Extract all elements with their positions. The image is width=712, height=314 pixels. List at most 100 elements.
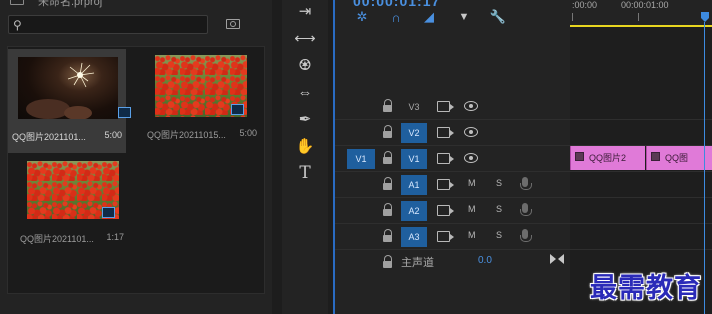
project-clip-item[interactable]: QQ图片2021101... 1:17 xyxy=(16,151,134,255)
linked-selection-icon: ◢ xyxy=(424,9,434,24)
eye-icon[interactable] xyxy=(464,153,478,163)
solo-button[interactable]: S xyxy=(496,178,502,188)
sync-lock-icon[interactable] xyxy=(437,231,454,242)
pen-tool[interactable]: ✒ xyxy=(292,108,318,130)
eye-icon[interactable] xyxy=(464,101,478,111)
ruler-tick xyxy=(572,13,573,21)
lock-icon[interactable] xyxy=(383,229,393,243)
playhead-timecode[interactable]: 00:00:01:17 xyxy=(353,0,440,9)
ruler-label: :00:00 xyxy=(572,0,598,10)
slip-tool[interactable]: ⇔ xyxy=(292,81,318,103)
wrench-icon: 🔧 xyxy=(489,9,507,24)
hand-icon: ✋ xyxy=(295,138,315,155)
sync-lock-icon[interactable] xyxy=(437,205,454,216)
solo-button[interactable]: S xyxy=(496,230,502,240)
track-label[interactable]: A1 xyxy=(401,175,427,195)
type-tool[interactable]: T xyxy=(292,162,318,184)
solo-button[interactable]: S xyxy=(496,204,502,214)
lock-icon[interactable] xyxy=(383,177,393,191)
track-label[interactable]: V1 xyxy=(401,149,427,169)
magnet-icon: ∩ xyxy=(391,9,401,25)
project-clip-item[interactable]: QQ图片2021101... 5:00 xyxy=(8,49,131,153)
ripple-edit-icon: ⟷ xyxy=(294,30,316,47)
timeline-clip-label: QQ图片2 xyxy=(589,153,627,163)
microphone-icon[interactable] xyxy=(520,229,532,242)
razor-icon: ♼ xyxy=(298,57,312,74)
track-row-a1[interactable] xyxy=(570,172,712,198)
project-panel: 未命名.prproj ⚲ QQ图片2021101... 5:00 QQ图片202… xyxy=(0,0,272,314)
track-label[interactable]: A2 xyxy=(401,201,427,221)
timeline-clip-label: QQ图 xyxy=(665,153,689,163)
track-header-v3: V3 xyxy=(335,94,570,120)
mute-button[interactable]: M xyxy=(468,230,476,240)
sparkler-image xyxy=(26,62,95,119)
eye-icon[interactable] xyxy=(464,127,478,137)
track-select-forward-tool[interactable]: ⇥ xyxy=(292,0,318,22)
clip-name: QQ图片2021101... xyxy=(20,234,94,244)
sync-lock-icon[interactable] xyxy=(437,179,454,190)
track-label[interactable]: A3 xyxy=(401,227,427,247)
razor-tool[interactable]: ♼ xyxy=(292,54,318,76)
video-clip-badge-icon xyxy=(118,107,131,118)
ripple-edit-tool[interactable]: ⟷ xyxy=(292,27,318,49)
insert-sequence-as-nest-button[interactable]: ✲ xyxy=(354,9,370,25)
lock-icon[interactable] xyxy=(383,255,393,269)
project-title: 未命名.prproj xyxy=(38,0,103,8)
microphone-icon[interactable] xyxy=(520,203,532,216)
sync-lock-icon[interactable] xyxy=(437,127,454,138)
sync-lock-icon[interactable] xyxy=(437,101,454,112)
track-label[interactable]: V2 xyxy=(401,123,427,143)
project-title-row: 未命名.prproj xyxy=(0,0,272,8)
search-bin-icon xyxy=(226,19,240,29)
lock-icon[interactable] xyxy=(383,151,393,165)
linked-selection-button[interactable]: ◢ xyxy=(421,9,437,25)
time-ruler[interactable]: :00:00 00:00:01:00 xyxy=(570,0,712,27)
snap-button[interactable]: ∩ xyxy=(388,9,404,25)
nest-icon: ✲ xyxy=(356,9,368,24)
track-header-a1: A1 M S xyxy=(335,172,570,198)
new-search-bin-button[interactable] xyxy=(224,16,242,32)
lock-icon[interactable] xyxy=(383,203,393,217)
track-row-v2[interactable] xyxy=(570,120,712,146)
tools-panel: ⇥ ⟷ ♼ ⇔ ✒ ✋ T xyxy=(282,0,328,314)
add-marker-button[interactable]: ▼ xyxy=(456,9,472,25)
search-input[interactable] xyxy=(29,17,199,32)
bowtie-icon[interactable] xyxy=(550,254,564,264)
project-clip-item[interactable]: QQ图片20211015... 5:00 xyxy=(143,47,261,151)
track-header-a2: A2 M S xyxy=(335,198,570,224)
master-track-header: 主声道 0.0 xyxy=(335,250,570,276)
microphone-icon[interactable] xyxy=(520,177,532,190)
track-row-a3[interactable] xyxy=(570,224,712,250)
clip-duration: 5:00 xyxy=(104,130,122,140)
clip-name: QQ图片2021101... xyxy=(12,132,86,142)
timeline-clip[interactable]: QQ图片2 xyxy=(570,146,645,170)
track-header-v1: V1 V1 xyxy=(335,146,570,172)
sync-lock-icon[interactable] xyxy=(437,153,454,164)
lock-icon[interactable] xyxy=(383,125,393,139)
hand-tool[interactable]: ✋ xyxy=(292,135,318,157)
type-icon: T xyxy=(299,163,311,183)
mute-button[interactable]: M xyxy=(468,178,476,188)
master-track-label: 主声道 xyxy=(401,257,434,269)
clip-duration: 5:00 xyxy=(239,128,257,138)
timeline-clip[interactable]: QQ图 xyxy=(646,146,712,170)
sequence-badge-icon xyxy=(102,207,115,218)
master-volume-value[interactable]: 0.0 xyxy=(478,255,492,266)
timeline-settings-button[interactable]: 🔧 xyxy=(490,9,506,25)
track-label[interactable]: V3 xyxy=(401,97,427,117)
track-row-v1[interactable]: QQ图片2 QQ图 xyxy=(570,146,712,172)
search-icon: ⚲ xyxy=(13,18,22,32)
clip-duration: 1:17 xyxy=(106,232,124,242)
watermark: 最需教育 xyxy=(590,273,702,304)
playhead-line xyxy=(704,22,705,314)
source-patch-v1[interactable]: V1 xyxy=(347,149,375,169)
track-header-v2: V2 xyxy=(335,120,570,146)
mute-button[interactable]: M xyxy=(468,204,476,214)
clip-thumbnail xyxy=(18,57,118,119)
track-select-forward-icon: ⇥ xyxy=(298,3,312,20)
project-search-box[interactable]: ⚲ xyxy=(8,15,208,34)
track-row-a2[interactable] xyxy=(570,198,712,224)
track-row-v3[interactable] xyxy=(570,94,712,120)
slip-icon: ⇔ xyxy=(297,83,313,101)
lock-icon[interactable] xyxy=(383,99,393,113)
